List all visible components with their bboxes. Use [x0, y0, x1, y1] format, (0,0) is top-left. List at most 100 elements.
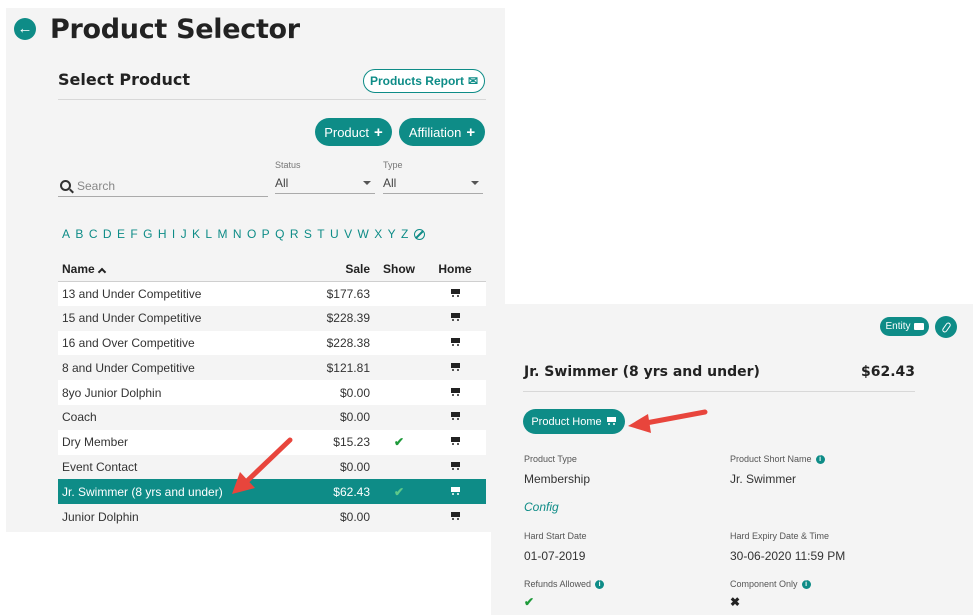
product-home[interactable]: [424, 380, 486, 405]
product-name[interactable]: 16 and Over Competitive: [58, 330, 298, 356]
product-show: [374, 380, 424, 405]
product-name[interactable]: Coach: [58, 404, 298, 430]
info-icon[interactable]: i: [801, 579, 811, 589]
table-row[interactable]: Dry Member $15.23 ✔: [58, 429, 486, 455]
alphabet-letter[interactable]: O: [247, 227, 256, 241]
product-name[interactable]: Junior Dolphin: [58, 504, 298, 529]
alphabet-letter[interactable]: C: [89, 227, 98, 241]
product-name[interactable]: Dry Member: [58, 429, 298, 455]
alphabet-letter[interactable]: D: [103, 227, 112, 241]
product-home[interactable]: [424, 479, 486, 505]
table-row[interactable]: Jr. Swimmer (8 yrs and under) $62.43 ✔: [58, 479, 486, 505]
cart-icon[interactable]: [450, 486, 461, 496]
product-home[interactable]: [424, 305, 486, 331]
product-name[interactable]: Event Contact: [58, 454, 298, 480]
product-name[interactable]: 15 and Under Competitive: [58, 305, 298, 331]
alphabet-letter[interactable]: U: [330, 227, 339, 241]
cart-icon[interactable]: [450, 511, 461, 521]
product-name[interactable]: 13 and Under Competitive: [58, 281, 298, 306]
status-value: All: [275, 175, 289, 190]
table-row[interactable]: Coach $0.00: [58, 404, 486, 430]
alphabet-letter[interactable]: Y: [388, 227, 396, 241]
cart-icon[interactable]: [450, 437, 461, 446]
product-show: ✔: [374, 479, 424, 505]
short-name-label: Product Short Name i: [730, 454, 825, 464]
alphabet-letter[interactable]: E: [117, 227, 125, 241]
product-home[interactable]: [424, 330, 486, 356]
cross-icon: ✖: [730, 595, 741, 609]
column-header-home[interactable]: Home: [424, 258, 486, 282]
alphabet-letter[interactable]: I: [172, 227, 175, 241]
entity-button[interactable]: Entity: [880, 317, 929, 336]
column-header-name[interactable]: Name: [58, 258, 298, 282]
cart-icon[interactable]: [450, 313, 461, 322]
table-row[interactable]: 16 and Over Competitive $228.38: [58, 330, 486, 356]
hard-start-value: 01-07-2019: [524, 549, 586, 563]
alphabet-letter[interactable]: S: [304, 227, 312, 241]
type-value: All: [383, 175, 397, 190]
product-home[interactable]: [424, 281, 486, 306]
product-name[interactable]: Jr. Swimmer (8 yrs and under): [58, 479, 298, 505]
alphabet-letter[interactable]: P: [262, 227, 270, 241]
alphabet-letter[interactable]: A: [62, 227, 70, 241]
search-input[interactable]: [77, 178, 257, 193]
cart-icon[interactable]: [450, 412, 461, 421]
section-title: Select Product: [58, 70, 190, 89]
info-icon[interactable]: i: [595, 579, 605, 589]
cart-icon[interactable]: [450, 337, 461, 347]
table-row[interactable]: 8yo Junior Dolphin $0.00: [58, 380, 486, 405]
product-show: [374, 404, 424, 430]
alphabet-letter[interactable]: T: [317, 227, 324, 241]
alphabet-letter[interactable]: F: [130, 227, 137, 241]
table-row[interactable]: 8 and Under Competitive $121.81: [58, 355, 486, 381]
column-header-sale[interactable]: Sale: [298, 258, 374, 282]
search-field[interactable]: [58, 175, 268, 197]
alphabet-letter[interactable]: K: [192, 227, 200, 241]
alphabet-letter[interactable]: J: [181, 227, 187, 241]
product-home[interactable]: [424, 504, 486, 529]
product-name[interactable]: 8 and Under Competitive: [58, 355, 298, 381]
alphabet-letter[interactable]: N: [233, 227, 242, 241]
table-row[interactable]: 15 and Under Competitive $228.39: [58, 305, 486, 331]
cart-icon[interactable]: [450, 288, 461, 298]
product-home-button[interactable]: Product Home: [523, 409, 625, 434]
type-select[interactable]: Type All: [383, 160, 483, 194]
alphabet-letter[interactable]: L: [205, 227, 212, 241]
add-affiliation-button[interactable]: Affiliation +: [399, 118, 485, 146]
product-home[interactable]: [424, 429, 486, 455]
info-icon[interactable]: i: [815, 454, 825, 464]
alphabet-letter[interactable]: Z: [401, 227, 408, 241]
product-name[interactable]: 8yo Junior Dolphin: [58, 380, 298, 405]
add-product-button[interactable]: Product +: [315, 118, 392, 146]
table-row[interactable]: 13 and Under Competitive $177.63: [58, 281, 486, 306]
back-arrow-icon[interactable]: ←: [14, 18, 36, 40]
page-title: Product Selector: [50, 14, 300, 45]
plus-icon: +: [374, 123, 383, 141]
product-home[interactable]: [424, 404, 486, 430]
alphabet-letter[interactable]: V: [344, 227, 352, 241]
alphabet-letter[interactable]: R: [290, 227, 299, 241]
product-home-label: Product Home: [531, 415, 602, 428]
cart-icon[interactable]: [450, 461, 461, 471]
alphabet-letter[interactable]: G: [143, 227, 152, 241]
table-row[interactable]: Junior Dolphin $0.00: [58, 504, 486, 529]
config-link[interactable]: Config: [524, 500, 559, 514]
status-select[interactable]: Status All: [275, 160, 375, 194]
products-report-button[interactable]: Products Report ✉: [363, 69, 485, 93]
product-home[interactable]: [424, 454, 486, 480]
alphabet-letter[interactable]: B: [75, 227, 83, 241]
cart-icon[interactable]: [450, 362, 461, 372]
alphabet-letter[interactable]: W: [357, 227, 368, 241]
alphabet-letter[interactable]: Q: [275, 227, 284, 241]
column-header-show[interactable]: Show: [374, 258, 424, 282]
cart-icon[interactable]: [450, 387, 461, 397]
clear-filter-icon[interactable]: [413, 229, 425, 240]
product-show: [374, 504, 424, 529]
search-icon: [60, 180, 71, 191]
alphabet-letter[interactable]: H: [158, 227, 167, 241]
product-home[interactable]: [424, 355, 486, 381]
table-row[interactable]: Event Contact $0.00: [58, 454, 486, 480]
attachment-button[interactable]: [935, 316, 957, 338]
alphabet-letter[interactable]: X: [374, 227, 382, 241]
alphabet-letter[interactable]: M: [217, 227, 227, 241]
